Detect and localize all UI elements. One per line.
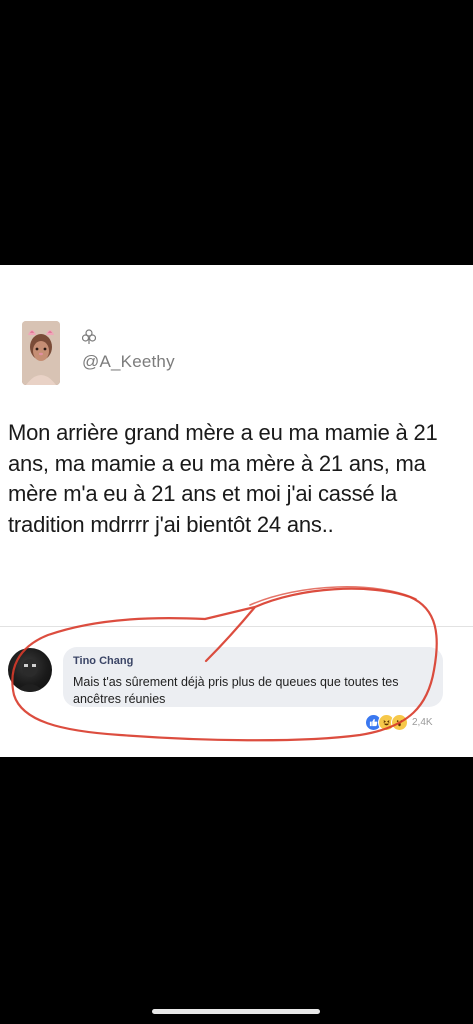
- home-indicator[interactable]: [152, 1009, 320, 1014]
- profile-avatar[interactable]: [22, 321, 60, 385]
- comment-author[interactable]: Tino Chang: [73, 655, 133, 667]
- comment-reactions[interactable]: 2,4K: [365, 713, 433, 731]
- wow-reaction-icon: [391, 713, 408, 731]
- reaction-count[interactable]: 2,4K: [412, 717, 433, 728]
- tweet-text: Mon arrière grand mère a eu ma mamie à 2…: [8, 420, 438, 537]
- user-handle[interactable]: @A_Keethy: [82, 352, 175, 372]
- comment-text: Mais t'as sûrement déjà pris plus de que…: [73, 675, 399, 706]
- club-icon: [82, 329, 96, 344]
- divider: [0, 626, 473, 627]
- tweet-screenshot-card: @A_Keethy Mon arrière grand mère a eu ma…: [0, 265, 473, 757]
- commenter-avatar[interactable]: [8, 648, 52, 692]
